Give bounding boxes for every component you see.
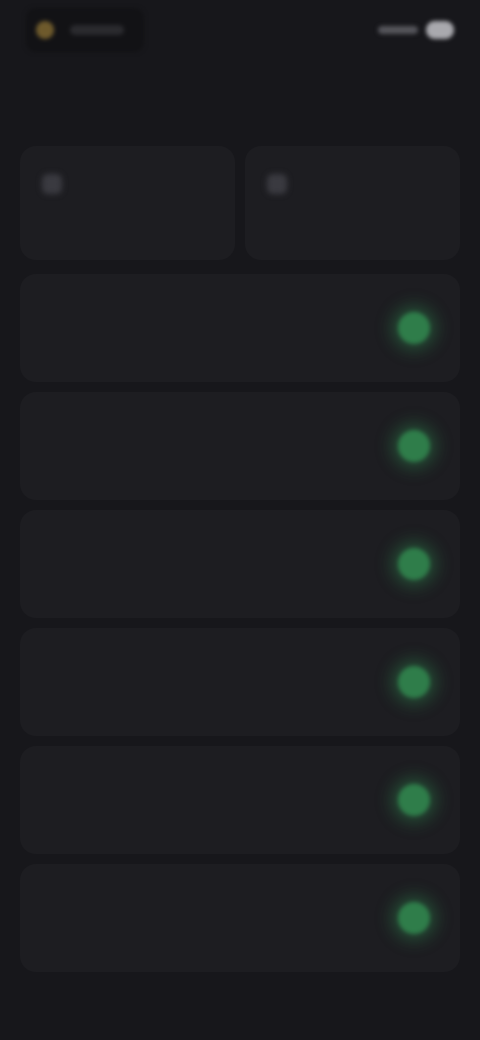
toggle-switch[interactable] [398, 312, 430, 344]
card-icon [267, 174, 287, 194]
status-pill [70, 25, 124, 35]
toggle-switch[interactable] [398, 784, 430, 816]
settings-screen [0, 0, 480, 1040]
card-icon [42, 174, 62, 194]
page-title [0, 72, 480, 102]
settings-list [20, 274, 460, 982]
quick-cards [20, 146, 460, 260]
quick-card-2[interactable] [245, 146, 460, 260]
setting-row[interactable] [20, 628, 460, 736]
battery-icon [426, 21, 454, 39]
setting-row[interactable] [20, 864, 460, 972]
setting-row[interactable] [20, 392, 460, 500]
status-dot-icon [36, 21, 54, 39]
status-icons [354, 18, 454, 42]
setting-row[interactable] [20, 510, 460, 618]
toggle-switch[interactable] [398, 430, 430, 462]
quick-card-1[interactable] [20, 146, 235, 260]
toggle-switch[interactable] [398, 548, 430, 580]
toggle-switch[interactable] [398, 666, 430, 698]
status-bar [0, 0, 480, 62]
signal-icon [378, 26, 418, 34]
setting-row[interactable] [20, 746, 460, 854]
status-indicator [26, 8, 144, 52]
setting-row[interactable] [20, 274, 460, 382]
toggle-switch[interactable] [398, 902, 430, 934]
